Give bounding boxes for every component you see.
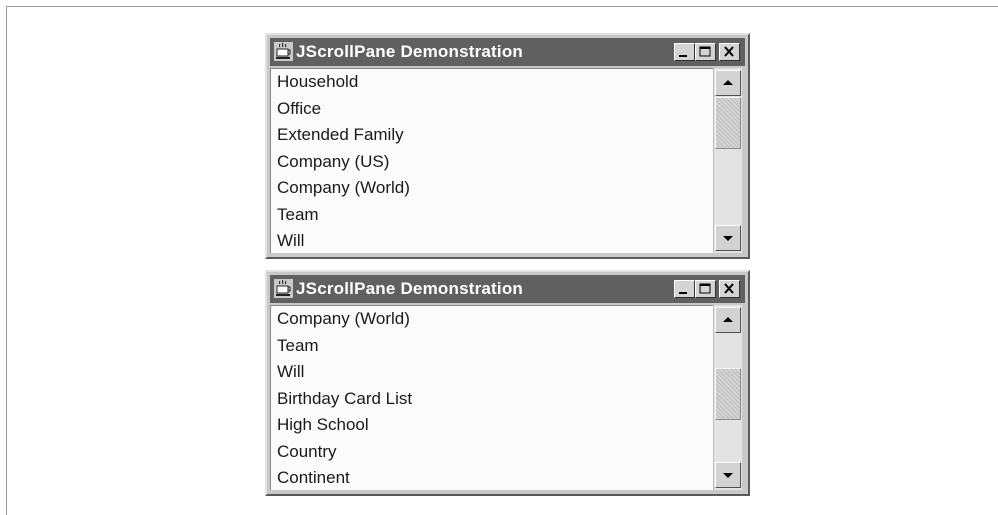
vertical-scrollbar[interactable]	[713, 68, 742, 253]
scroll-thumb[interactable]	[715, 367, 741, 420]
coffee-cup-icon	[274, 279, 293, 298]
list-item[interactable]: Company (World)	[271, 175, 713, 202]
close-button[interactable]	[719, 43, 740, 61]
title-bar[interactable]: JScrollPane Demonstration	[270, 275, 745, 303]
list-item[interactable]: Will	[271, 228, 713, 253]
list-item[interactable]: Continent	[271, 465, 713, 490]
figure-frame-top	[6, 6, 998, 7]
window-title: JScrollPane Demonstration	[296, 42, 524, 61]
maximize-icon	[699, 46, 711, 57]
coffee-cup-icon	[274, 42, 293, 61]
list-item[interactable]: Company (World)	[271, 306, 713, 333]
arrow-up-icon	[723, 317, 733, 322]
scroll-up-button[interactable]	[715, 70, 741, 96]
list-item[interactable]: Team	[271, 202, 713, 229]
arrow-down-icon	[723, 473, 733, 478]
scrollpane-window-1: JScrollPane Demonstration Household Offi…	[265, 33, 750, 259]
arrow-down-icon	[723, 236, 733, 241]
close-icon	[724, 283, 734, 294]
scrollpane-window-2: JScrollPane Demonstration Company (World…	[265, 270, 750, 496]
scroll-thumb[interactable]	[715, 97, 741, 149]
list-viewport[interactable]: Company (World) Team Will Birthday Card …	[270, 305, 713, 490]
maximize-button[interactable]	[695, 280, 716, 298]
close-icon	[724, 46, 734, 57]
list-item[interactable]: Extended Family	[271, 122, 713, 149]
scroll-down-button[interactable]	[715, 225, 741, 251]
list-item[interactable]: Office	[271, 96, 713, 123]
list-item[interactable]: Country	[271, 439, 713, 466]
list-item[interactable]: High School	[271, 412, 713, 439]
minimize-button[interactable]	[674, 43, 695, 61]
scroll-down-button[interactable]	[715, 462, 741, 488]
arrow-up-icon	[723, 80, 733, 85]
window-title: JScrollPane Demonstration	[296, 279, 524, 298]
close-button[interactable]	[719, 280, 740, 298]
minimize-button[interactable]	[674, 280, 695, 298]
title-bar[interactable]: JScrollPane Demonstration	[270, 38, 745, 66]
maximize-icon	[699, 283, 711, 294]
list-item[interactable]: Will	[271, 359, 713, 386]
minimize-icon	[679, 55, 687, 57]
minimize-icon	[679, 292, 687, 294]
vertical-scrollbar[interactable]	[713, 305, 742, 490]
list-viewport[interactable]: Household Office Extended Family Company…	[270, 68, 713, 253]
maximize-button[interactable]	[695, 43, 716, 61]
list-item[interactable]: Birthday Card List	[271, 386, 713, 413]
scroll-up-button[interactable]	[715, 307, 741, 333]
list-item[interactable]: Household	[271, 69, 713, 96]
list-item[interactable]: Team	[271, 333, 713, 360]
list-item[interactable]: Company (US)	[271, 149, 713, 176]
figure-frame-left	[6, 6, 7, 515]
